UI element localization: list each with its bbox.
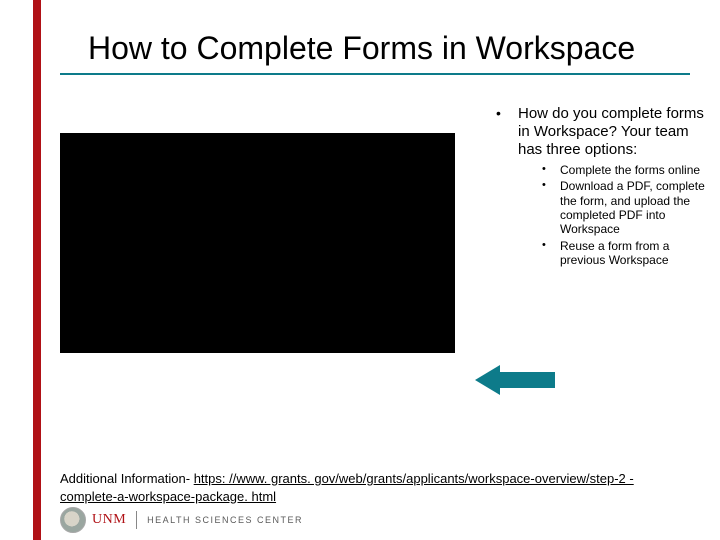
sub-bullets: Complete the forms online Download a PDF… xyxy=(518,163,710,268)
arrow-icon xyxy=(475,365,555,395)
seal-icon xyxy=(60,507,86,533)
logo-divider xyxy=(136,511,137,529)
accent-bar xyxy=(33,0,41,540)
footer-logo: UNM HEALTH SCIENCES CENTER xyxy=(60,506,303,534)
logo-unm-text: UNM xyxy=(92,512,126,528)
additional-info-label: Additional Information- xyxy=(60,471,194,486)
video-placeholder[interactable] xyxy=(60,133,455,353)
sub-bullet: Download a PDF, complete the form, and u… xyxy=(518,179,710,237)
logo-hsc-text: HEALTH SCIENCES CENTER xyxy=(147,515,303,525)
slide-content: How to Complete Forms in Workspace How d… xyxy=(60,30,690,405)
slide-body: How do you complete forms in Workspace? … xyxy=(60,105,690,405)
additional-info: Additional Information- https: //www. gr… xyxy=(60,470,680,505)
main-bullet-text: How do you complete forms in Workspace? … xyxy=(518,105,704,158)
main-bullet: How do you complete forms in Workspace? … xyxy=(490,105,710,268)
sub-bullet: Complete the forms online xyxy=(518,163,710,177)
slide-title: How to Complete Forms in Workspace xyxy=(60,30,690,75)
bullets-column: How do you complete forms in Workspace? … xyxy=(490,105,710,274)
sub-bullet: Reuse a form from a previous Workspace xyxy=(518,239,710,268)
